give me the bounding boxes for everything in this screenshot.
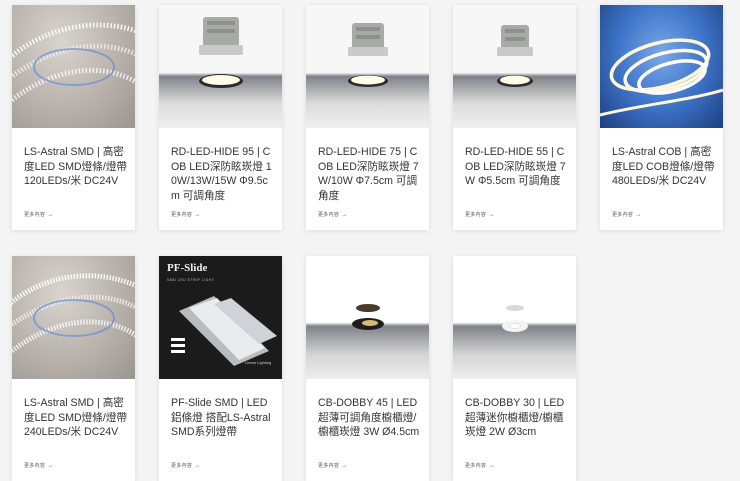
product-title[interactable]: LS-Astral SMD | 高密度LED SMD燈條/燈帶 240LEDs/… [24,396,128,440]
downlight-graphic [199,17,243,88]
product-card[interactable]: LS-Astral SMD | 高密度LED SMD燈條/燈帶 240LEDs/… [12,256,135,481]
product-image[interactable]: PF-Slide SMD LED STRIP LIGHT Linear Ligh… [159,256,282,379]
arrow-right-icon: → [47,463,54,469]
product-image[interactable] [159,5,282,128]
read-more-label[interactable]: 更多內容 [24,463,45,469]
arrow-right-icon: → [488,463,495,469]
product-card[interactable]: CB-DOBBY 45 | LED 超薄可調角度櫥櫃燈/櫥櫃崁燈 3W Ø4.5… [306,256,429,481]
arrow-right-icon: → [47,212,54,218]
product-card[interactable]: LS-Astral COB | 高密度LED COB燈條/燈帶 480LEDs/… [600,5,723,230]
cabinet-light-graphic [502,305,528,332]
read-more-label[interactable]: 更多內容 [171,463,192,469]
read-more-link[interactable]: 更多內容 → [171,462,201,469]
product-title[interactable]: LS-Astral SMD | 高密度LED SMD燈條/燈帶 120LEDs/… [24,145,128,189]
cabinet-light-graphic [352,304,384,330]
led-strip-graphic [12,273,135,353]
read-more-link[interactable]: 更多內容 → [24,462,54,469]
product-title[interactable]: RD-LED-HIDE 95 | COB LED深防眩崁燈 10W/13W/15… [171,145,275,203]
product-image[interactable] [12,5,135,128]
product-card[interactable]: PF-Slide SMD LED STRIP LIGHT Linear Ligh… [159,256,282,481]
led-strip-graphic [12,22,135,102]
product-image[interactable] [12,256,135,379]
arrow-right-icon: → [341,463,348,469]
read-more-label[interactable]: 更多內容 [24,212,45,218]
read-more-label[interactable]: 更多內容 [612,212,633,218]
arrow-right-icon: → [341,212,348,218]
read-more-link[interactable]: 更多內容 → [318,211,348,218]
read-more-link[interactable]: 更多內容 → [171,211,201,218]
product-card[interactable]: LS-Astral SMD | 高密度LED SMD燈條/燈帶 120LEDs/… [12,5,135,230]
read-more-label[interactable]: 更多內容 [171,212,192,218]
read-more-link[interactable]: 更多內容 → [465,462,495,469]
read-more-label[interactable]: 更多內容 [465,463,486,469]
product-card[interactable]: CB-DOBBY 30 | LED 超薄迷你櫥櫃燈/櫥櫃崁燈 2W Ø3cm 更… [453,256,576,481]
product-title[interactable]: RD-LED-HIDE 75 | COB LED深防眩崁燈 7W/10W Φ7.… [318,145,422,203]
product-title[interactable]: CB-DOBBY 30 | LED 超薄迷你櫥櫃燈/櫥櫃崁燈 2W Ø3cm [465,396,569,440]
product-caption-text: Linear Lighting [245,360,272,365]
read-more-link[interactable]: 更多內容 → [318,462,348,469]
downlight-graphic [348,23,388,87]
read-more-label[interactable]: 更多內容 [465,212,486,218]
arrow-right-icon: → [194,212,201,218]
arrow-right-icon: → [488,212,495,218]
arrow-right-icon: → [635,212,642,218]
read-more-link[interactable]: 更多內容 → [465,211,495,218]
product-image[interactable] [306,256,429,379]
product-image[interactable] [453,256,576,379]
product-title[interactable]: CB-DOBBY 45 | LED 超薄可調角度櫥櫃燈/櫥櫃崁燈 3W Ø4.5… [318,396,422,440]
read-more-link[interactable]: 更多內容 → [612,211,642,218]
downlight-graphic [497,25,533,87]
product-image[interactable] [453,5,576,128]
read-more-label[interactable]: 更多內容 [318,463,339,469]
product-title[interactable]: RD-LED-HIDE 55 | COB LED深防眩崁燈 7W Φ5.5cm … [465,145,569,189]
product-image[interactable] [600,5,723,128]
product-card[interactable]: RD-LED-HIDE 95 | COB LED深防眩崁燈 10W/13W/15… [159,5,282,230]
product-card[interactable]: RD-LED-HIDE 55 | COB LED深防眩崁燈 7W Φ5.5cm … [453,5,576,230]
read-more-link[interactable]: 更多內容 → [24,211,54,218]
product-card[interactable]: RD-LED-HIDE 75 | COB LED深防眩崁燈 7W/10W Φ7.… [306,5,429,230]
arrow-right-icon: → [194,463,201,469]
read-more-label[interactable]: 更多內容 [318,212,339,218]
product-image[interactable] [306,5,429,128]
product-title[interactable]: LS-Astral COB | 高密度LED COB燈條/燈帶 480LEDs/… [612,145,716,189]
product-title[interactable]: PF-Slide SMD | LED鋁條燈 搭配LS-Astral SMD系列燈… [171,396,275,440]
cob-strip-graphic [600,38,723,117]
